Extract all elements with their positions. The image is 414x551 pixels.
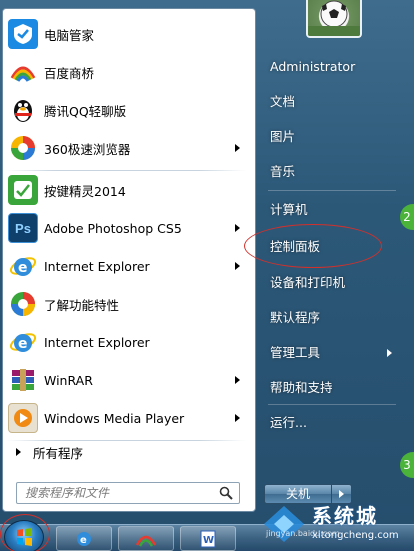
taskbar-shangqiao-button[interactable] [118,526,174,551]
highlight-circle-orb [0,514,50,551]
program-label: Internet Explorer [44,258,150,274]
right-item-label: 默认程序 [270,310,321,325]
internet-explorer-icon: e [77,531,91,546]
program-item-qq-lite[interactable]: 腾讯QQ轻聊版 [4,92,250,128]
svg-text:W: W [203,535,214,546]
right-item-label: Administrator [270,59,356,74]
search-placeholder: 搜索程序和文件 [25,486,110,500]
user-avatar[interactable] [306,0,362,38]
qq-penguin-icon [8,95,38,125]
svg-text:e: e [18,336,28,352]
divider [268,404,396,405]
program-item-internet-explorer[interactable]: e Internet Explorer [4,248,250,284]
right-item-documents[interactable]: 文档 [262,87,402,117]
program-label: Windows Media Player [44,410,185,426]
program-label: 百度商桥 [44,65,95,81]
start-menu: 电脑管家 百度商桥 腾讯QQ轻聊版 360极速浏览器 按键精灵2014 Ps A… [0,0,414,524]
360-browser-icon [8,133,38,163]
taskbar-ie-button[interactable]: e [56,526,112,551]
program-item-photoshop[interactable]: Ps Adobe Photoshop CS5 [4,210,250,246]
program-label: 腾讯QQ轻聊版 [44,103,127,119]
soccer-ball-icon [308,0,360,36]
right-item-administrator[interactable]: Administrator [262,52,402,82]
program-item-internet-explorer-2[interactable]: e Internet Explorer [4,324,250,360]
program-label: 按键精灵2014 [44,183,126,199]
program-label: 360极速浏览器 [44,141,131,157]
right-item-label: 音乐 [270,164,296,179]
program-item-features[interactable]: 了解功能特性 [4,286,250,322]
right-item-default-programs[interactable]: 默认程序 [262,303,402,333]
watermark-title: 系统城 [312,504,378,528]
watermark-subtitle: xitongcheng.com [312,530,399,541]
highlight-circle [244,224,382,268]
right-item-computer[interactable]: 计算机 [262,195,402,225]
submenu-arrow-icon [235,144,240,152]
svg-text:e: e [80,535,87,546]
program-item-baidu-shangqiao[interactable]: 百度商桥 [4,54,250,90]
taskbar-word-button[interactable]: W [180,526,236,551]
internet-explorer-icon: e [8,327,38,357]
all-programs-label: 所有程序 [33,445,84,461]
all-programs-button[interactable]: 所有程序 [4,438,250,466]
search-input[interactable]: 搜索程序和文件 [16,482,240,504]
media-player-icon [8,403,38,433]
tencent-pc-manager-icon [8,19,38,49]
edge-badge: 3 [400,452,414,478]
word-document-icon: W [200,530,216,547]
program-item-anjian[interactable]: 按键精灵2014 [4,172,250,208]
submenu-arrow-icon [235,262,240,270]
right-item-label: 设备和打印机 [270,275,346,290]
right-item-label: 运行... [270,415,307,430]
submenu-arrow-icon [235,376,240,384]
program-label: WinRAR [44,372,93,388]
submenu-arrow-icon [235,414,240,422]
program-item-winrar[interactable]: WinRAR [4,362,250,398]
right-item-label: 帮助和支持 [270,380,333,395]
search-icon [219,486,233,500]
right-item-run[interactable]: 运行... [262,408,402,438]
program-item-pc-manager[interactable]: 电脑管家 [4,16,250,52]
program-label: 电脑管家 [44,27,95,43]
photoshop-icon: Ps [8,213,38,243]
program-item-360-browser[interactable]: 360极速浏览器 [4,130,250,166]
baidu-shangqiao-icon [8,57,38,87]
program-label: Adobe Photoshop CS5 [44,220,182,236]
right-item-pictures[interactable]: 图片 [262,122,402,152]
right-item-label: 管理工具 [270,345,321,360]
anjian-jingling-icon [8,175,38,205]
right-item-label: 计算机 [270,202,308,217]
windows-features-icon [8,289,38,319]
program-label: 了解功能特性 [44,297,120,313]
divider [6,170,246,171]
program-item-media-player[interactable]: Windows Media Player [4,400,250,436]
program-label: Internet Explorer [44,334,150,350]
right-item-admin-tools[interactable]: 管理工具 [262,338,402,368]
edge-badge: 2 [400,204,414,230]
divider [268,190,396,191]
right-item-help-support[interactable]: 帮助和支持 [262,373,402,403]
right-item-label: 文档 [270,94,296,109]
winrar-icon [8,365,38,395]
internet-explorer-icon: e [8,251,38,281]
right-item-label: 图片 [270,129,296,144]
baidu-shangqiao-icon [135,535,157,547]
right-item-music[interactable]: 音乐 [262,157,402,187]
right-item-devices-printers[interactable]: 设备和打印机 [262,268,402,298]
svg-text:e: e [18,260,28,276]
submenu-arrow-icon [387,349,392,357]
submenu-arrow-icon [235,224,240,232]
expand-arrow-icon [16,448,21,456]
